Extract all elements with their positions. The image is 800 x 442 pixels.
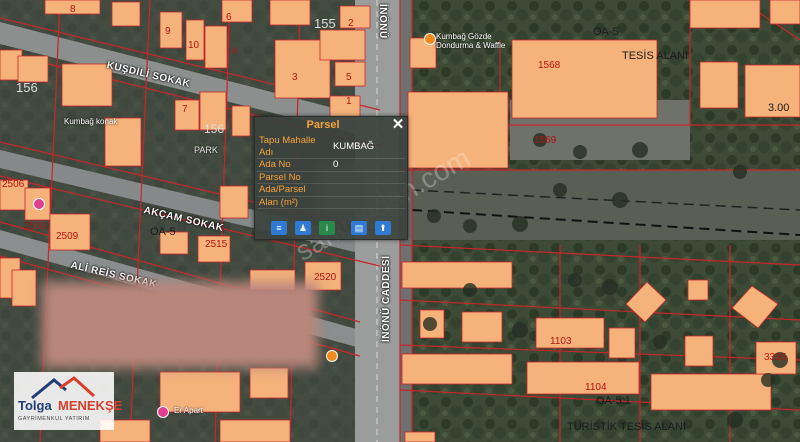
info-icon[interactable]: i: [319, 221, 335, 235]
house-roof-icon: [31, 376, 96, 400]
poi-kumbag-gozde[interactable]: Kumbağ Gözde Dondurma & Waffle: [436, 32, 505, 50]
field-value: [331, 183, 405, 197]
field-key: Alan (m²): [257, 196, 331, 209]
table-row: Parsel No: [257, 171, 405, 184]
logo-name-last: MENEKŞE: [58, 398, 123, 413]
zone-label-tourism-top: TESİS ALANI: [622, 50, 689, 62]
blurred-region: [42, 282, 318, 368]
street-label-inonu-lower: İNÖNÜ CADDESİ: [381, 255, 392, 342]
field-key: Tapu Mahalle Adı: [257, 135, 331, 159]
zone-label-ratio: 3.00: [768, 102, 790, 114]
field-key: Ada No: [257, 158, 331, 172]
poi-park: PARK: [194, 145, 218, 155]
pin-icon[interactable]: ⬆: [375, 221, 391, 235]
poi-food-icon[interactable]: [424, 33, 436, 45]
popup-title: Parsel: [306, 119, 340, 131]
field-value: 0: [331, 158, 405, 172]
agency-logo: Tolga MENEKŞE GAYRİMENKUL YATIRIM: [14, 372, 122, 430]
street-label-inonu-upper: İNÖNÜ: [377, 4, 388, 39]
field-key: Ada/Parsel: [257, 183, 331, 197]
zone-label-oa5-top: OA-5: [593, 26, 619, 38]
poi-pin-icon[interactable]: [157, 406, 169, 418]
parcel-info-popup: Parsel ✕ Tapu Mahalle Adı KUMBAĞ Ada No …: [254, 116, 408, 240]
poi-pin-icon[interactable]: [33, 198, 45, 210]
share-icon[interactable]: ▤: [351, 221, 367, 235]
field-key: Parsel No: [257, 171, 331, 184]
poi-er-apart[interactable]: Er Apart: [174, 406, 203, 415]
person-icon[interactable]: ♟: [295, 221, 311, 235]
field-value: KUMBAĞ: [331, 135, 405, 159]
parcel-info-table: Tapu Mahalle Adı KUMBAĞ Ada No 0 Parsel …: [257, 135, 405, 209]
field-value: [331, 171, 405, 184]
menu-icon[interactable]: ≡: [271, 221, 287, 235]
field-value: [331, 196, 405, 209]
poi-food-icon[interactable]: [326, 350, 338, 362]
zone-label-oa5-mid: OA-5: [150, 226, 176, 238]
table-row: Ada No 0: [257, 158, 405, 172]
table-row: Alan (m²): [257, 196, 405, 209]
poi-kumbag-konak[interactable]: Kumbağ konak: [64, 117, 117, 126]
close-icon[interactable]: ✕: [391, 117, 405, 133]
zone-label-oa5-bottom: OA-5.1: [596, 395, 631, 407]
table-row: Ada/Parsel: [257, 183, 405, 197]
zone-label-tourism-bottom: TURİSTİK TESİS ALANI: [567, 421, 686, 433]
logo-subtitle: GAYRİMENKUL YATIRIM: [18, 416, 90, 422]
table-row: Tapu Mahalle Adı KUMBAĞ: [257, 135, 405, 159]
logo-name-first: Tolga: [18, 398, 52, 413]
